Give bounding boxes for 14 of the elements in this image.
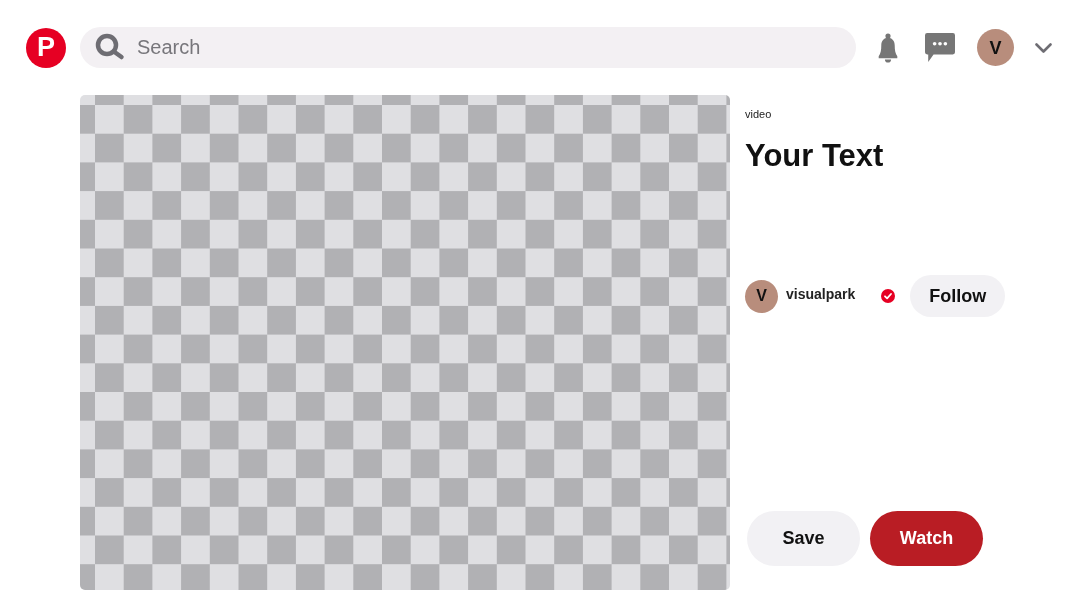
- category-label: video: [745, 107, 772, 121]
- chevron-down-icon[interactable]: [1035, 42, 1052, 53]
- chat-bubble-icon[interactable]: [925, 33, 955, 62]
- save-button[interactable]: Save: [747, 511, 860, 566]
- follow-button[interactable]: Follow: [910, 275, 1006, 317]
- avatar[interactable]: V: [977, 29, 1014, 66]
- pin-title: Your Text: [745, 137, 884, 175]
- search-icon: [95, 33, 125, 61]
- search-field[interactable]: Search: [80, 27, 856, 68]
- watch-button[interactable]: Watch: [870, 511, 983, 566]
- bell-icon[interactable]: [876, 32, 900, 63]
- logo[interactable]: P: [26, 27, 66, 68]
- creator-avatar[interactable]: V: [745, 279, 778, 313]
- creator-name[interactable]: visualpark: [786, 285, 856, 303]
